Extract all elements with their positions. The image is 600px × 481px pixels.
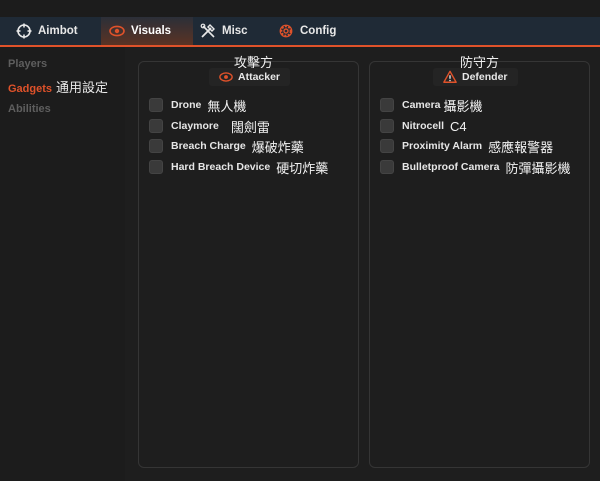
gadget-translation: C4 — [450, 118, 467, 134]
gadget-row-nitrocell[interactable]: Nitrocell C4 — [380, 118, 467, 134]
gadget-label: Camera — [402, 99, 441, 111]
gadget-translation: 感應報警器 — [488, 139, 554, 155]
gadget-label: Bulletproof Camera — [402, 161, 500, 173]
nitrocell-checkbox[interactable] — [380, 119, 394, 133]
gadget-translation: 硬切炸藥 — [276, 160, 329, 176]
attacker-panel: 攻擊方 Attacker Drone 無人機 Claymore 闊劍雷 Brea… — [138, 55, 359, 468]
sidebar-item-abilities[interactable]: Abilities — [8, 103, 51, 115]
breach-charge-checkbox[interactable] — [149, 139, 163, 153]
claymore-checkbox[interactable] — [149, 119, 163, 133]
gadget-translation: 攝影機 — [443, 98, 483, 114]
crosshair-icon — [16, 23, 32, 39]
eye-icon — [219, 70, 233, 84]
tab-label: Visuals — [131, 25, 172, 37]
attacker-header: Attacker — [209, 68, 291, 86]
tab-misc[interactable]: Misc — [200, 17, 270, 45]
gadget-label: Claymore — [171, 120, 219, 132]
proximity-alarm-checkbox[interactable] — [380, 139, 394, 153]
sidebar: Players Gadgets 通用設定 Abilities — [0, 47, 126, 481]
hard-breach-device-checkbox[interactable] — [149, 160, 163, 174]
sidebar-item-label: Abilities — [8, 103, 51, 115]
sidebar-item-label: Gadgets — [8, 83, 53, 95]
gadget-row-hard-breach-device[interactable]: Hard Breach Device 硬切炸藥 — [149, 159, 329, 176]
gadget-translation: 爆破炸藥 — [251, 139, 304, 155]
defender-header-label: Defender — [462, 71, 508, 83]
gadget-row-claymore[interactable]: Claymore 闊劍雷 — [149, 118, 270, 135]
tab-aimbot[interactable]: Aimbot — [8, 17, 102, 45]
tab-config[interactable]: Config — [278, 17, 348, 45]
warning-icon — [443, 70, 457, 84]
gear-icon — [278, 23, 294, 39]
gadget-row-breach-charge[interactable]: Breach Charge 爆破炸藥 — [149, 138, 304, 155]
bulletproof-camera-checkbox[interactable] — [380, 160, 394, 174]
gadget-label: Drone — [171, 99, 202, 111]
tab-visuals[interactable]: Visuals — [101, 17, 193, 45]
gadget-translation: 闊劍雷 — [230, 119, 270, 135]
eye-icon — [109, 23, 125, 39]
tools-icon — [200, 23, 216, 39]
gadget-row-bulletproof-camera[interactable]: Bulletproof Camera 防彈攝影機 — [380, 159, 571, 176]
tab-label: Aimbot — [38, 25, 78, 37]
sidebar-item-label: Players — [8, 58, 48, 70]
tab-label: Misc — [222, 25, 248, 37]
tab-label: Config — [300, 25, 337, 37]
defender-header: Defender — [433, 68, 518, 86]
sidebar-item-players[interactable]: Players — [8, 58, 47, 70]
attacker-header-label: Attacker — [238, 71, 281, 83]
camera-checkbox[interactable] — [380, 98, 394, 112]
sidebar-item-note: 通用設定 — [56, 80, 109, 95]
main-content: 攻擊方 Attacker Drone 無人機 Claymore 闊劍雷 Brea… — [125, 47, 600, 481]
gadget-translation: 防彈攝影機 — [505, 160, 571, 176]
gadget-label: Nitrocell — [402, 120, 445, 132]
gadget-translation: 無人機 — [207, 98, 247, 114]
drone-checkbox[interactable] — [149, 98, 163, 112]
gadget-label: Hard Breach Device — [171, 161, 271, 173]
top-tab-bar: Aimbot Visuals Misc Config — [0, 0, 600, 47]
gadget-label: Proximity Alarm — [402, 140, 483, 152]
gadget-label: Breach Charge — [171, 140, 246, 152]
gadget-row-drone[interactable]: Drone 無人機 — [149, 97, 247, 114]
sidebar-item-gadgets[interactable]: Gadgets 通用設定 — [8, 77, 108, 96]
gadget-row-proximity-alarm[interactable]: Proximity Alarm 感應報警器 — [380, 138, 554, 155]
defender-panel: 防守方 Defender Camera 攝影機 Nitrocell C4 Pro… — [369, 55, 590, 468]
gadget-row-camera[interactable]: Camera 攝影機 — [380, 97, 483, 114]
